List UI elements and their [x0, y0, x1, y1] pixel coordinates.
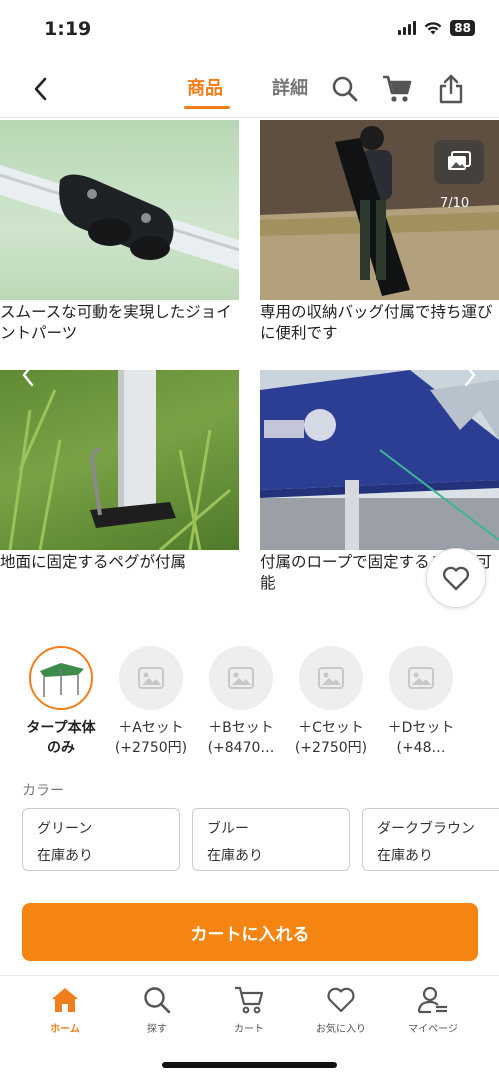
heart-icon	[442, 566, 470, 591]
peg-illustration	[8, 370, 231, 550]
variant-thumbnail	[209, 646, 273, 710]
favorite-button[interactable]	[426, 548, 486, 608]
tab-mypage[interactable]: マイページ	[388, 984, 478, 1035]
back-button[interactable]	[28, 74, 54, 104]
joint-part-photo	[0, 120, 239, 300]
variant-option[interactable]: タープ本体 のみ	[21, 646, 101, 758]
product-image-gallery[interactable]: スムースな可動を実現したジョイントパーツ 専用の収納バッグ付属で持ち運びに便利で…	[0, 120, 499, 620]
variant-price: (+2750円)	[294, 740, 368, 756]
gallery-icon	[448, 151, 471, 170]
variant-selector: タープ本体 のみ ＋Aセット (+2750円) ＋Bセット (+8470… ＋C…	[0, 646, 499, 766]
image-placeholder-icon	[138, 667, 164, 689]
color-option[interactable]: ブルー 在庫あり	[192, 808, 350, 871]
tent-thumbnail-icon	[40, 663, 84, 697]
color-option[interactable]: ダークブラウン 在庫あり	[362, 808, 499, 871]
tab-label: 探す	[147, 1024, 167, 1035]
variant-label: ＋Bセット	[208, 720, 274, 736]
stock-status: 在庫あり	[37, 848, 93, 864]
stock-status: 在庫あり	[207, 848, 263, 864]
tab-label: ホーム	[50, 1024, 80, 1035]
color-name: ダークブラウン	[377, 821, 475, 837]
status-bar: 1:19 88	[0, 0, 499, 60]
gallery-item: 地面に固定するペグが付属	[0, 370, 239, 573]
tab-products[interactable]: 商品	[187, 74, 223, 100]
cart-icon	[235, 986, 264, 1014]
variant-option[interactable]: ＋Dセット (+48…	[381, 646, 461, 758]
variant-option[interactable]: ＋Cセット (+2750円)	[291, 646, 371, 758]
chevron-right-icon	[464, 363, 476, 387]
chevron-left-icon	[34, 77, 47, 101]
variant-option[interactable]: ＋Aセット (+2750円)	[111, 646, 191, 758]
variant-label: タープ本体	[26, 720, 96, 736]
color-option[interactable]: グリーン 在庫あり	[22, 808, 180, 871]
gallery-view-button[interactable]	[434, 140, 484, 184]
peg-photo	[0, 370, 239, 550]
gallery-caption: 地面に固定するペグが付属	[0, 553, 187, 571]
variant-label: ＋Cセット	[298, 720, 364, 736]
tab-cart[interactable]: カート	[204, 984, 294, 1035]
search-button[interactable]	[328, 72, 362, 106]
chevron-left-icon	[22, 363, 34, 387]
variant-label: ＋Aセット	[118, 720, 184, 736]
home-icon	[52, 988, 78, 1012]
cart-button[interactable]	[380, 72, 414, 106]
gallery-caption: スムースな可動を実現したジョイントパーツ	[0, 303, 232, 342]
image-placeholder-icon	[318, 667, 344, 689]
gallery-item: スムースな可動を実現したジョイントパーツ	[0, 120, 239, 344]
rope-illustration	[260, 370, 499, 550]
variant-thumbnail	[29, 646, 93, 710]
gallery-caption: 専用の収納バッグ付属で持ち運びに便利です	[260, 303, 493, 342]
tab-label: カート	[234, 1024, 264, 1035]
signal-icon	[398, 21, 417, 35]
variant-thumbnail	[389, 646, 453, 710]
variant-price: (+48…	[396, 740, 446, 756]
variant-thumbnail	[119, 646, 183, 710]
tab-home[interactable]: ホーム	[20, 984, 110, 1035]
image-placeholder-icon	[408, 667, 434, 689]
tab-label: お気に入り	[316, 1024, 366, 1035]
active-tab-indicator	[184, 106, 230, 109]
tab-details[interactable]: 詳細	[272, 74, 308, 100]
search-icon	[144, 987, 171, 1014]
color-options: グリーン 在庫あり ブルー 在庫あり ダークブラウン 在庫あり	[22, 808, 499, 872]
color-name: ブルー	[207, 821, 249, 837]
tab-favorites[interactable]: お気に入り	[296, 984, 386, 1035]
top-navigation: 商品 詳細	[0, 60, 499, 118]
color-section-label: カラー	[22, 783, 64, 799]
variant-price: (+8470…	[207, 740, 275, 756]
search-icon	[332, 76, 358, 102]
variant-price: (+2750円)	[114, 740, 188, 756]
image-placeholder-icon	[228, 667, 254, 689]
tab-search[interactable]: 探す	[112, 984, 202, 1035]
bottom-tab-bar: ホーム 探す カート お気に入り マイページ	[0, 975, 499, 1047]
stock-status: 在庫あり	[377, 848, 433, 864]
status-time: 1:19	[44, 18, 92, 40]
battery-icon: 88	[450, 20, 475, 36]
wifi-icon	[424, 21, 442, 34]
gallery-next-button[interactable]	[460, 360, 480, 390]
tab-label: マイページ	[408, 1024, 458, 1035]
gallery-prev-button[interactable]	[18, 360, 38, 390]
rope-photo	[260, 370, 499, 550]
color-name: グリーン	[37, 821, 93, 837]
home-indicator	[162, 1062, 337, 1068]
variant-option[interactable]: ＋Bセット (+8470…	[201, 646, 281, 758]
add-to-cart-button[interactable]: カートに入れる	[22, 903, 478, 961]
variant-thumbnail	[299, 646, 363, 710]
status-icons: 88	[398, 20, 475, 36]
share-button[interactable]	[434, 72, 468, 106]
joint-part-illustration	[0, 165, 239, 270]
cart-icon	[383, 75, 412, 102]
variant-price: のみ	[47, 740, 75, 756]
gallery-counter: 7/10	[440, 196, 470, 211]
share-icon	[439, 74, 463, 104]
variant-label: ＋Dセット	[387, 720, 455, 736]
heart-icon	[327, 987, 355, 1013]
user-icon	[417, 986, 447, 1014]
